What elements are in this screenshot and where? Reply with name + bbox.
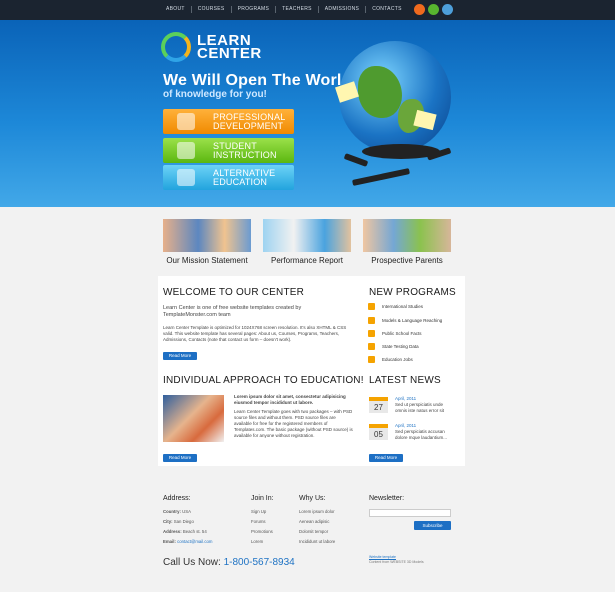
address-list: Country: USA City: San Diego Address: Be… xyxy=(163,507,213,547)
address-row: Address: Beach st. 54 xyxy=(163,529,207,534)
copyright-line: Content from WEBSITE 3D Models xyxy=(369,560,424,564)
professional-development-button[interactable]: PROFESSIONAL DEVELOPMENT xyxy=(163,109,294,134)
address-row: Email: contact@mail.com xyxy=(163,539,213,544)
mission-thumbnail[interactable] xyxy=(163,219,251,252)
join-item[interactable]: Forums xyxy=(251,517,273,527)
news-date-badge: 05 xyxy=(369,424,388,440)
program-item-label: Public School Facts xyxy=(382,331,422,336)
join-item[interactable]: Promotions xyxy=(251,527,273,537)
join-title: Join In: xyxy=(251,495,274,502)
nav-courses[interactable]: COURSES xyxy=(192,6,232,13)
program-item-label: International Studies xyxy=(382,304,424,309)
button-line-2: DEVELOPMENT xyxy=(213,120,284,131)
student-icon xyxy=(177,169,195,186)
program-item[interactable]: Public School Facts xyxy=(368,330,422,337)
why-list: Lorem ipsum dolor Aenean adipisic Dolors… xyxy=(299,507,335,547)
program-item[interactable]: State Testing Data xyxy=(368,343,419,350)
book-icon xyxy=(368,330,375,337)
welcome-title: WELCOME TO OUR CENTER xyxy=(163,287,305,298)
welcome-text: Learn Center Template is optimized for 1… xyxy=(163,325,347,342)
program-item-label: Education Jobs xyxy=(382,357,413,362)
site-logo[interactable]: LEARN CENTER xyxy=(161,32,262,62)
program-item[interactable]: International Studies xyxy=(368,303,423,310)
phone-info: Call Us Now: 1-800-567-8934 xyxy=(163,557,295,568)
facebook-icon[interactable] xyxy=(414,4,425,15)
logo-line-2: CENTER xyxy=(197,45,262,62)
student-instruction-button[interactable]: STUDENT INSTRUCTION xyxy=(163,138,294,163)
programs-title: NEW PROGRAMS xyxy=(369,287,456,298)
hero-subtitle: of knowledge for you! xyxy=(163,89,267,100)
classroom-image xyxy=(163,395,224,442)
join-item[interactable]: Sign Up xyxy=(251,507,273,517)
why-item[interactable]: Aenean adipisic xyxy=(299,517,335,527)
nav-teachers[interactable]: TEACHERS xyxy=(276,6,319,13)
program-item[interactable]: Education Jobs xyxy=(368,356,413,363)
book-icon xyxy=(368,303,375,310)
program-item-label: State Testing Data xyxy=(382,344,419,349)
button-line-2: EDUCATION xyxy=(213,176,268,187)
teacher-icon xyxy=(177,113,195,130)
news-text: Sed perspiciatis accusan dolore mque lau… xyxy=(395,429,448,440)
news-date-badge: 27 xyxy=(369,397,388,413)
nav-about[interactable]: ABOUT xyxy=(160,6,192,13)
newsletter-email-input[interactable] xyxy=(369,509,451,517)
top-navigation-bar: ABOUT COURSES PROGRAMS TEACHERS ADMISSIO… xyxy=(0,0,615,20)
twitter-icon[interactable] xyxy=(442,4,453,15)
rss-icon[interactable] xyxy=(428,4,439,15)
why-item[interactable]: Lorem ipsum dolor xyxy=(299,507,335,517)
alternative-education-button[interactable]: ALTERNATIVE EDUCATION xyxy=(163,165,294,190)
address-row: Country: USA xyxy=(163,509,191,514)
nav-contacts[interactable]: CONTACTS xyxy=(366,6,408,13)
parents-caption[interactable]: Prospective Parents xyxy=(363,256,451,265)
book-icon xyxy=(368,343,375,350)
nav-programs[interactable]: PROGRAMS xyxy=(232,6,277,13)
mission-caption[interactable]: Our Mission Statement xyxy=(163,256,251,265)
main-nav: ABOUT COURSES PROGRAMS TEACHERS ADMISSIO… xyxy=(160,6,408,13)
performance-caption[interactable]: Performance Report xyxy=(263,256,351,265)
book-icon xyxy=(368,317,375,324)
news-title: LATEST NEWS xyxy=(369,375,441,386)
welcome-lead: Learn Center is one of free website temp… xyxy=(163,305,302,318)
phone-number[interactable]: 1-800-567-8934 xyxy=(224,557,295,568)
phone-label: Call Us Now: xyxy=(163,557,221,568)
approach-lead: Lorem ipsum dolor sit amet, consectetur … xyxy=(234,394,346,405)
nav-admissions[interactable]: ADMISSIONS xyxy=(319,6,367,13)
why-item[interactable]: Incididunt ut labore xyxy=(299,537,335,547)
logo-icon xyxy=(161,32,191,62)
approach-title: INDIVIDUAL APPROACH TO EDUCATION! xyxy=(163,375,364,386)
news-read-more-button[interactable]: Read More xyxy=(369,454,403,462)
why-item[interactable]: Dolorsit tempor xyxy=(299,527,335,537)
copyright: Website template Content from WEBSITE 3D… xyxy=(369,555,424,565)
social-icons xyxy=(414,4,453,15)
performance-thumbnail[interactable] xyxy=(263,219,351,252)
address-row: City: San Diego xyxy=(163,519,194,524)
welcome-read-more-button[interactable]: Read More xyxy=(163,352,197,360)
book-icon xyxy=(368,356,375,363)
news-text: Sed ut perspiciatis unde omnis iste natu… xyxy=(395,402,445,413)
parents-thumbnail[interactable] xyxy=(363,219,451,252)
newsletter-title: Newsletter: xyxy=(369,495,405,502)
subscribe-button[interactable]: Subscribe xyxy=(414,521,451,530)
hero-title: We Will Open The World xyxy=(163,72,352,89)
button-line-2: INSTRUCTION xyxy=(213,149,277,160)
join-item[interactable]: Lorem xyxy=(251,537,273,547)
program-item[interactable]: Models & Language Reaching xyxy=(368,317,442,324)
approach-text: Learn Center Template goes with two pack… xyxy=(234,409,353,438)
books-icon xyxy=(177,142,195,159)
join-list: Sign Up Forums Promotions Lorem xyxy=(251,507,273,547)
address-title: Address: xyxy=(163,495,191,502)
hero-banner xyxy=(0,20,615,207)
program-item-label: Models & Language Reaching xyxy=(382,318,443,323)
why-title: Why Us: xyxy=(299,495,326,502)
approach-read-more-button[interactable]: Read More xyxy=(163,454,197,462)
